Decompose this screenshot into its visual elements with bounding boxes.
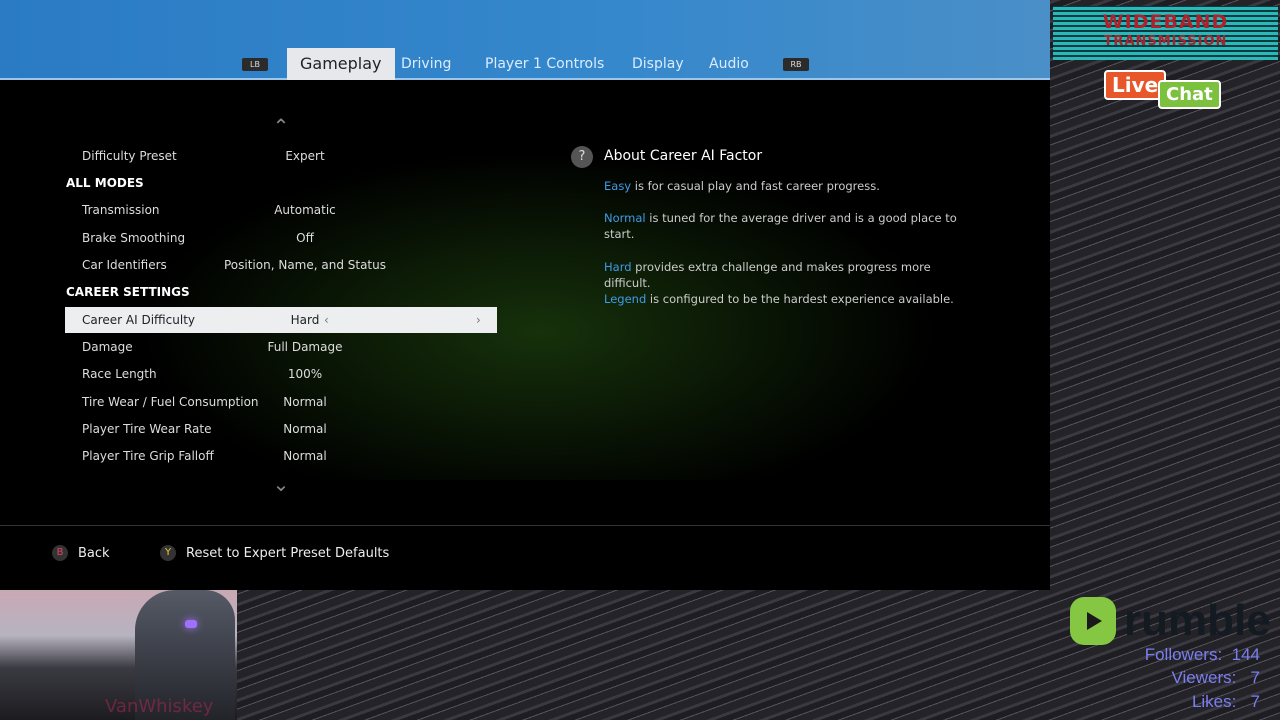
setting-label: ALL MODES xyxy=(66,176,144,190)
wideband-transmission-logo: WIDEBAND TRANSMISSION xyxy=(1053,6,1278,60)
setting-row[interactable]: Player Tire Wear Rate Normal xyxy=(65,416,497,442)
setting-row[interactable]: Damage Full Damage xyxy=(65,334,497,360)
likes-label: Likes: xyxy=(1191,692,1237,711)
difficulty-description: is configured to be the hardest experien… xyxy=(646,292,954,306)
setting-row[interactable]: Player Tire Grip Falloff Normal xyxy=(65,443,497,469)
setting-label: Brake Smoothing xyxy=(82,231,186,245)
setting-value: Normal xyxy=(283,395,327,409)
setting-row[interactable]: Race Length 100% xyxy=(65,361,497,387)
difficulty-keyword: Legend xyxy=(604,292,647,306)
viewers-label: Viewers: xyxy=(1171,668,1237,687)
tab-player-1-controls[interactable]: Player 1 Controls xyxy=(485,48,604,80)
scroll-up-chevron-icon[interactable]: ⌃ xyxy=(266,114,296,138)
setting-label: Race Length xyxy=(82,367,157,381)
difficulty-description: provides extra challenge and makes progr… xyxy=(604,260,931,290)
setting-value: Hard xyxy=(290,313,320,327)
followers-count: 144 xyxy=(1231,645,1260,664)
back-button[interactable]: B Back xyxy=(52,545,110,561)
chat-bubble: Chat xyxy=(1158,80,1221,109)
setting-label: Career AI Difficulty xyxy=(82,313,195,327)
info-title: About Career AI Factor xyxy=(604,148,763,164)
setting-row[interactable]: Difficulty Preset Expert xyxy=(65,143,497,169)
rumble-logo: rumble xyxy=(1070,596,1271,646)
rumble-wordmark: rumble xyxy=(1124,596,1271,645)
tab-bar: LB Gameplay Driving Player 1 Controls Di… xyxy=(0,0,1050,80)
difficulty-description: is tuned for the average driver and is a… xyxy=(604,211,957,241)
setting-label: CAREER SETTINGS xyxy=(66,285,190,299)
rb-bumper-button[interactable]: RB xyxy=(783,58,809,71)
likes-stat: Likes: 7 xyxy=(1192,692,1260,712)
tab-gameplay[interactable]: Gameplay xyxy=(287,48,395,80)
setting-value: Position, Name, and Status xyxy=(223,258,386,272)
tab-display[interactable]: Display xyxy=(632,48,684,80)
viewers-count: 7 xyxy=(1250,668,1260,687)
divider xyxy=(0,525,1050,526)
setting-value: Normal xyxy=(283,422,327,436)
reset-defaults-button[interactable]: Y Reset to Expert Preset Defaults xyxy=(160,545,389,561)
scroll-down-chevron-icon[interactable]: ⌄ xyxy=(266,472,296,496)
back-label: Back xyxy=(78,545,110,561)
setting-label: Damage xyxy=(82,340,133,354)
setting-row[interactable]: Career AI Difficulty Hard ‹ › xyxy=(65,307,497,333)
setting-row[interactable]: Transmission Automatic xyxy=(65,197,497,223)
tab-driving[interactable]: Driving xyxy=(401,48,451,80)
section-header: CAREER SETTINGS xyxy=(65,279,497,305)
setting-value: Expert xyxy=(285,149,325,163)
y-button-icon: Y xyxy=(160,545,176,561)
tab-audio[interactable]: Audio xyxy=(709,48,749,80)
setting-label: Transmission xyxy=(82,203,160,217)
setting-row[interactable]: Car Identifiers Position, Name, and Statu… xyxy=(65,252,497,278)
setting-row[interactable]: Brake Smoothing Off xyxy=(65,225,497,251)
difficulty-keyword: Hard xyxy=(604,260,632,274)
lb-bumper-button[interactable]: LB xyxy=(242,58,268,71)
difficulty-keyword: Normal xyxy=(604,211,646,225)
setting-value: Off xyxy=(296,231,314,245)
webcam-watermark: VanWhiskey xyxy=(105,696,214,717)
arrow-left-icon[interactable]: ‹ xyxy=(324,307,329,333)
viewers-stat: Viewers: 7 xyxy=(1171,668,1260,688)
followers-label: Followers: xyxy=(1144,645,1223,664)
webcam-eye-glow xyxy=(185,620,197,628)
live-bubble: Live xyxy=(1104,70,1167,100)
logo-line-2: TRANSMISSION xyxy=(1103,34,1228,49)
logo-line-1: WIDEBAND xyxy=(1102,11,1229,33)
setting-label: Car Identifiers xyxy=(82,258,167,272)
setting-row[interactable]: Tire Wear / Fuel Consumption Normal xyxy=(65,389,497,415)
info-paragraph: Normal is tuned for the average driver a… xyxy=(604,210,964,242)
b-button-icon: B xyxy=(52,545,68,561)
info-paragraph: Hard provides extra challenge and makes … xyxy=(604,259,964,291)
setting-value: Normal xyxy=(283,449,327,463)
reset-label: Reset to Expert Preset Defaults xyxy=(186,545,390,561)
webcam-overlay: VanWhiskey xyxy=(0,590,237,720)
setting-value: 100% xyxy=(287,367,323,381)
setting-value: Full Damage xyxy=(267,340,343,354)
info-paragraph: Legend is configured to be the hardest e… xyxy=(604,291,964,307)
section-header: ALL MODES xyxy=(65,170,497,196)
followers-stat: Followers: 144 xyxy=(1145,645,1260,665)
rumble-play-icon xyxy=(1070,597,1116,645)
setting-value: Automatic xyxy=(274,203,336,217)
difficulty-description: is for casual play and fast career progr… xyxy=(631,179,880,193)
help-icon: ? xyxy=(571,146,593,168)
setting-label: Difficulty Preset xyxy=(82,149,177,163)
likes-count: 7 xyxy=(1250,692,1260,711)
difficulty-keyword: Easy xyxy=(604,179,632,193)
info-paragraph: Easy is for casual play and fast career … xyxy=(604,178,964,194)
game-settings-screen: LB Gameplay Driving Player 1 Controls Di… xyxy=(0,0,1050,590)
arrow-right-icon[interactable]: › xyxy=(476,307,481,333)
